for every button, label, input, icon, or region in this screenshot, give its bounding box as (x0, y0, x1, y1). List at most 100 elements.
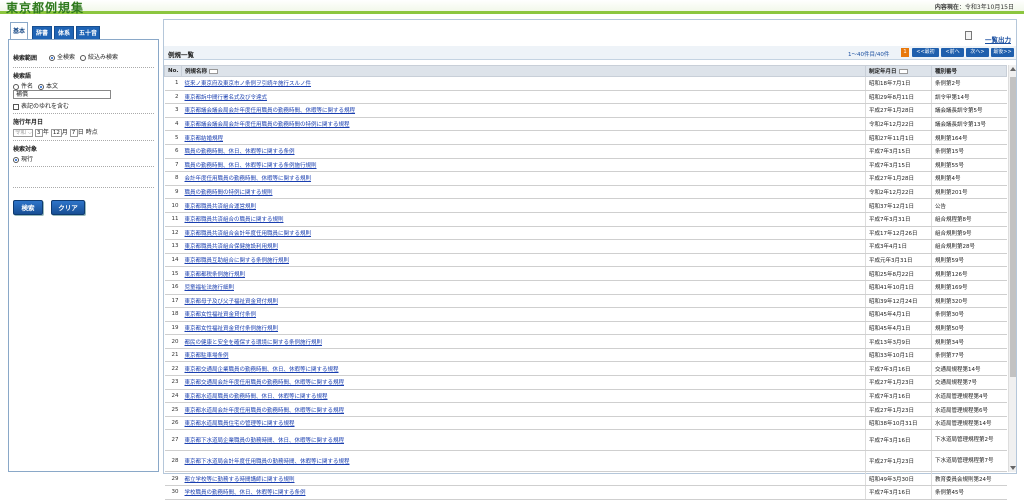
row-type-number: 条例第2号 (931, 76, 1007, 91)
search-button[interactable]: 検索 (13, 200, 43, 215)
row-title-link[interactable]: 東京都議会議会局会計年度任用職員の勤務時間の特例に関する規程 (181, 117, 866, 132)
row-title-link[interactable]: 東京都下水道局会計年度任用職員の勤務時間、休暇等に関する規程 (181, 450, 866, 473)
row-title-link[interactable]: 東京都女性福祉資金貸付条例施行規則 (181, 321, 866, 336)
row-title-link[interactable]: 東京都水道局会計年度任用職員の勤務時間、休暇等に関する規程 (181, 402, 866, 417)
row-type-number: 組合規則第28号 (931, 239, 1007, 254)
scope-refine-radio[interactable] (79, 54, 86, 61)
row-title-link[interactable]: 東京都交通局企業職員の勤務時間、休日、休暇等に関する規程 (181, 361, 866, 377)
variant-checkbox[interactable] (13, 103, 19, 110)
row-title-link[interactable]: 職員の勤務時間の特例に関する規則 (181, 185, 866, 200)
tab-basic[interactable]: 基本 (10, 22, 28, 40)
row-title-link[interactable]: 東京都水道局職員の勤務時間、休日、休暇等に関する規程 (181, 389, 866, 404)
table-row: 15 東京都都税条例施行規則 昭和25年8月22日 規則第126号 (164, 266, 1007, 281)
row-type-number: 交通局規程第7号 (931, 375, 1007, 390)
row-type-number: 訓令甲第14号 (931, 90, 1007, 105)
row-type-number: 組合規程第8号 (931, 212, 1007, 227)
row-title-link[interactable]: 東京都職員互助組合に関する条例施行規則 (181, 253, 866, 268)
row-title-link[interactable]: 東京都駐車場条例 (181, 348, 866, 363)
row-title-link[interactable]: 東京都水道局職員住宅の管理等に関する規程 (181, 416, 866, 431)
row-type-number: 規則第201号 (931, 185, 1007, 200)
col-header-type: 種別番号 (931, 65, 1007, 77)
col-header-date[interactable]: 制定年月日 (865, 65, 932, 77)
row-date: 平成7年3月16日 (865, 389, 932, 404)
row-title-link[interactable]: 東京都女性福祉資金貸付条例 (181, 307, 866, 322)
row-title-link[interactable]: 学校職員の勤務時間、休日、休暇等に関する条例 (181, 485, 866, 500)
divider (13, 166, 154, 167)
table-row: 10 東京都職員共済組合運営規則 昭和37年12月1日 公告 (164, 198, 1007, 213)
row-title-link[interactable]: 児童福祉法施行細則 (181, 280, 866, 295)
row-title-link[interactable]: 東京都交通局会計年度任用職員の勤務時間、休暇等に関する規程 (181, 375, 866, 390)
table-row: 29 都立学校等に勤務する時間講師に関する規則 昭和49年3月30日 教育委員会規則第… (164, 471, 1007, 487)
search-scope-label: 検索範囲 (13, 55, 38, 62)
row-title-link[interactable]: 東京都下水道局企業職員の勤務時間、休日、休暇等に関する規程 (181, 429, 866, 452)
row-title-link[interactable]: 東京都職員共済組合会計年度任用職員に関する規則 (181, 226, 866, 241)
results-panel: 一覧出力 例規一覧 1〜40件目/40件 1 <<最初 <前へ 次へ> 最後>>… (163, 19, 1017, 500)
row-date: 平成7年3月15日 (865, 158, 932, 173)
target-current-label: 現行 (21, 156, 34, 163)
row-title-link[interactable]: 東京都母子及び父子福祉資金貸付規則 (181, 294, 866, 309)
row-type-number: 規則第126号 (931, 266, 1007, 281)
tab-gojuon[interactable]: 五十音 (76, 26, 100, 40)
day-input[interactable]: 7 (69, 128, 78, 137)
table-row: 26 東京都水道局職員住宅の管理等に関する規程 昭和38年10月31日 水道局管理規程… (164, 416, 1007, 431)
era-select[interactable]: 令和 ⌵ (13, 128, 33, 137)
row-date: 昭和39年12月24日 (865, 294, 932, 309)
row-date: 平成7年3月15日 (865, 144, 932, 159)
row-title-link[interactable]: 職員の勤務時間、休日、休暇等に関する条例 (181, 144, 866, 159)
export-link[interactable]: 一覧出力 (985, 34, 1011, 44)
row-number: 14 (164, 253, 182, 268)
scrollbar[interactable] (1008, 65, 1016, 472)
scroll-up-icon[interactable] (1010, 67, 1016, 71)
row-date: 平成元年3月31日 (865, 253, 932, 268)
row-number: 12 (164, 226, 182, 241)
row-title-link[interactable]: 都民の健康と安全を確保する環境に関する条例施行規則 (181, 334, 866, 349)
variant-option: 表記のゆれを含む (13, 101, 69, 110)
row-title-link[interactable]: 東京都訴中間行署名式及び令達式 (181, 90, 866, 105)
row-type-number: 議会議長訓令第5号 (931, 103, 1007, 118)
row-title-link[interactable]: 東京都都税条例施行規則 (181, 266, 866, 281)
sort-icon[interactable] (898, 69, 908, 74)
row-title-link[interactable]: 職員の勤務時間、休日、休暇等に関する条例施行規則 (181, 158, 866, 173)
search-input[interactable]: 補償 (13, 90, 111, 99)
scroll-thumb[interactable] (1010, 77, 1016, 377)
col-header-name[interactable]: 例規名称 (181, 65, 866, 77)
divider (13, 187, 154, 188)
target-current-radio[interactable] (13, 156, 19, 163)
row-title-link[interactable]: 東京都議会議会局会計年度任用職員の勤務時間、休暇等に関する規程 (181, 103, 866, 118)
row-date: 昭和45年4月1日 (865, 321, 932, 336)
row-title-link[interactable]: 会計年度任用職員の勤務時間、休暇等に関する規則 (181, 171, 866, 186)
col-header-name-label: 例規名称 (185, 69, 208, 75)
row-type-number: 水道局管理規程第4号 (931, 389, 1007, 404)
last-page-button[interactable]: 最後>> (991, 48, 1014, 57)
scope-all-label: 全検索 (57, 54, 76, 61)
year-input[interactable]: 3 (34, 128, 43, 137)
next-page-button[interactable]: 次へ> (966, 48, 989, 57)
update-label: 内容現在 (934, 4, 959, 11)
row-date: 昭和27年11月1日 (865, 130, 932, 145)
row-title-link[interactable]: 東京都職員共済組合保健施設利用規則 (181, 239, 866, 254)
row-type-number: 水道局管理規程第6号 (931, 402, 1007, 417)
prev-page-button[interactable]: <前へ (941, 48, 964, 57)
scope-all-radio[interactable] (49, 54, 55, 61)
row-title-link[interactable]: 東京都職員共済組合の職員に関する規則 (181, 212, 866, 227)
row-date: 昭和49年3月30日 (865, 471, 932, 487)
sort-icon[interactable] (209, 69, 219, 74)
row-title-link[interactable]: 東京都結婚規程 (181, 130, 866, 145)
row-title-link[interactable]: 東京都職員共済組合運営規則 (181, 198, 866, 213)
day-unit: 日 (77, 129, 84, 136)
first-page-button[interactable]: <<最初 (912, 48, 939, 57)
tab-system[interactable]: 体系 (54, 26, 74, 40)
term-title-radio[interactable] (13, 83, 19, 90)
term-body-radio[interactable] (37, 83, 44, 90)
current-page[interactable]: 1 (901, 48, 909, 57)
tab-dictionary[interactable]: 辞書 (32, 26, 52, 40)
row-title-link[interactable]: 従来ノ東京府及東京市ノ条例ヲ引続キ施行スルノ件 (181, 76, 866, 91)
table-row: 6 職員の勤務時間、休日、休暇等に関する条例 平成7年3月15日 条例第15号 (164, 144, 1007, 159)
search-term-options: 件名 本文 (13, 81, 58, 90)
clear-button[interactable]: クリア (51, 200, 85, 215)
row-number: 26 (164, 416, 182, 431)
row-title-link[interactable]: 都立学校等に勤務する時間講師に関する規則 (181, 471, 866, 487)
month-input[interactable]: 12 (50, 128, 62, 137)
scroll-down-icon[interactable] (1010, 466, 1016, 470)
row-number: 4 (164, 117, 182, 132)
